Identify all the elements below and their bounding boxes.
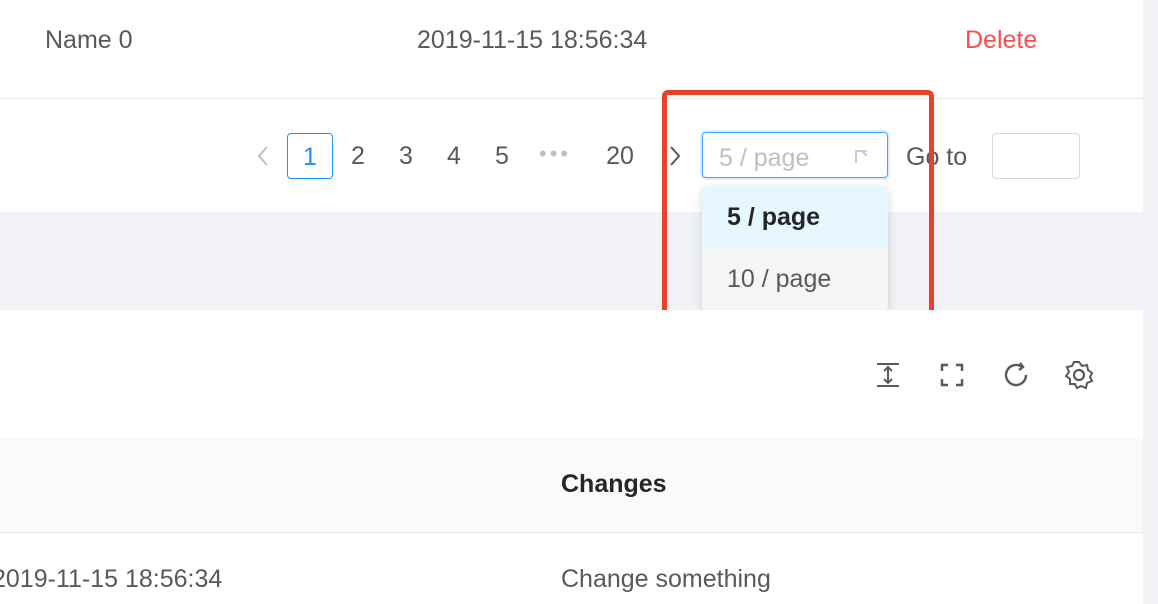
- page-size-option-5[interactable]: 5 / page: [702, 186, 888, 248]
- select-arrow-icon: [855, 150, 868, 163]
- time-cell: 2019-11-15 18:56:34: [417, 26, 648, 54]
- chevron-left-icon: [257, 146, 268, 166]
- settings-icon[interactable]: [1062, 358, 1096, 392]
- reload-icon[interactable]: [999, 358, 1033, 392]
- page-1-button[interactable]: 1: [287, 133, 333, 179]
- page-size-option-10[interactable]: 10 / page: [702, 248, 888, 310]
- column-height-icon[interactable]: [871, 358, 905, 392]
- goto-input[interactable]: [992, 133, 1080, 179]
- page-4-button[interactable]: 4: [439, 133, 469, 179]
- name-cell: Name 0: [45, 26, 133, 54]
- chevron-right-icon: [670, 146, 681, 166]
- page-5-button[interactable]: 5: [487, 133, 517, 179]
- next-page-button[interactable]: [660, 133, 690, 179]
- jump-next-ellipsis[interactable]: •••: [539, 133, 571, 179]
- table-row: Name 0 2019-11-15 18:56:34 Delete: [0, 0, 1143, 99]
- column-header-changes[interactable]: Changes: [561, 470, 667, 499]
- page-size-dropdown: 5 / page 10 / page: [702, 186, 888, 310]
- prev-page-button[interactable]: [248, 133, 278, 179]
- page-2-button[interactable]: 2: [343, 133, 373, 179]
- table-header: Changes: [0, 438, 1143, 533]
- page-20-button[interactable]: 20: [600, 133, 640, 179]
- time-cell: 2019-11-15 18:56:34: [0, 565, 223, 593]
- delete-link[interactable]: Delete: [965, 26, 1037, 55]
- changes-cell: Change something: [561, 565, 771, 593]
- goto-label: Go to: [906, 143, 968, 171]
- page-size-value: 5 / page: [719, 144, 810, 172]
- page-size-select[interactable]: 5 / page: [702, 132, 888, 178]
- fullscreen-icon[interactable]: [935, 358, 969, 392]
- page-3-button[interactable]: 3: [391, 133, 421, 179]
- table-card-top: Name 0 2019-11-15 18:56:34 Delete 1 2 3 …: [0, 0, 1143, 212]
